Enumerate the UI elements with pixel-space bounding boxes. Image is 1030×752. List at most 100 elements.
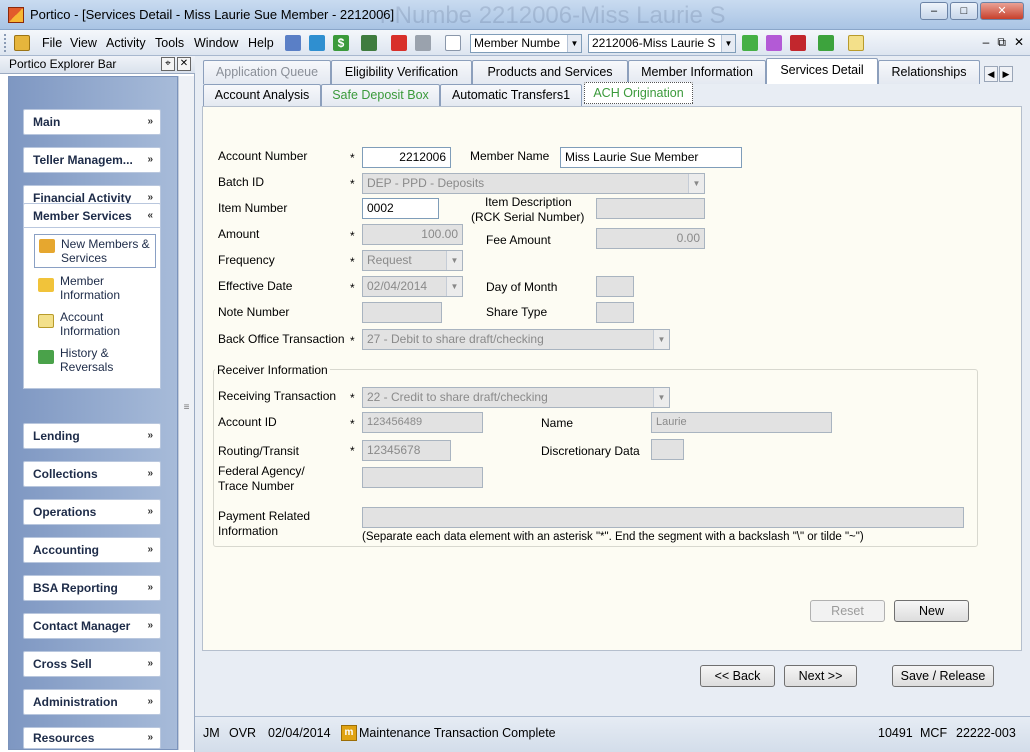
expand-chevron-icon[interactable]: » bbox=[147, 500, 153, 524]
toolbar-grip[interactable] bbox=[4, 34, 7, 52]
tab-ach-origination[interactable]: ACH Origination bbox=[584, 82, 693, 104]
share-type-field[interactable] bbox=[596, 302, 634, 323]
receiver-name-field[interactable]: Laurie bbox=[651, 412, 832, 433]
expand-chevron-icon[interactable]: » bbox=[147, 148, 153, 172]
tab-scroll-right-icon[interactable]: ▶ bbox=[999, 66, 1013, 82]
chevron-down-icon[interactable]: ▼ bbox=[446, 251, 462, 270]
expand-chevron-icon[interactable]: » bbox=[147, 652, 153, 676]
save-release-button[interactable]: Save / Release bbox=[892, 665, 994, 687]
close-explorer-icon[interactable]: ✕ bbox=[177, 57, 191, 71]
tab-member-information[interactable]: Member Information bbox=[628, 60, 766, 84]
group-main[interactable]: Main » bbox=[23, 109, 161, 135]
group-bsa-reporting[interactable]: BSA Reporting » bbox=[23, 575, 161, 601]
minimize-button[interactable]: – bbox=[920, 2, 948, 20]
tab-account-analysis[interactable]: Account Analysis bbox=[203, 84, 321, 106]
printer-icon[interactable] bbox=[415, 35, 431, 51]
nav-new-members-services[interactable]: New Members & Services bbox=[34, 234, 156, 268]
discretionary-data-field[interactable] bbox=[651, 439, 684, 460]
effective-date-picker[interactable]: 02/04/2014 ▼ bbox=[362, 276, 463, 297]
day-of-month-field[interactable] bbox=[596, 276, 634, 297]
chevron-down-icon[interactable]: ▼ bbox=[721, 35, 735, 52]
menu-tools[interactable]: Tools bbox=[155, 36, 184, 50]
envelope-icon[interactable] bbox=[848, 35, 864, 51]
forward-arrow-icon[interactable] bbox=[391, 35, 407, 51]
splitter-grip-icon[interactable]: ≡ bbox=[182, 402, 191, 413]
chevron-down-icon[interactable]: ▼ bbox=[567, 35, 581, 52]
tab-products-services[interactable]: Products and Services bbox=[472, 60, 628, 84]
next-button[interactable]: Next >> bbox=[784, 665, 857, 687]
group-cross-sell[interactable]: Cross Sell » bbox=[23, 651, 161, 677]
menu-window[interactable]: Window bbox=[194, 36, 238, 50]
item-description-field[interactable] bbox=[596, 198, 705, 219]
new-button[interactable]: New bbox=[894, 600, 969, 622]
account-number-field[interactable]: 2212006 bbox=[362, 147, 451, 168]
group-teller-management[interactable]: Teller Managem... » bbox=[23, 147, 161, 173]
group-accounting[interactable]: Accounting » bbox=[23, 537, 161, 563]
chevron-down-icon[interactable]: ▼ bbox=[688, 174, 704, 193]
expand-chevron-icon[interactable]: » bbox=[147, 538, 153, 562]
menu-file[interactable]: File bbox=[42, 36, 62, 50]
payment-related-information-field[interactable] bbox=[362, 507, 964, 528]
receiving-transaction-select[interactable]: 22 - Credit to share draft/checking ▼ bbox=[362, 387, 670, 408]
expand-chevron-icon[interactable]: » bbox=[147, 690, 153, 714]
phone-icon[interactable] bbox=[790, 35, 806, 51]
group-collections[interactable]: Collections » bbox=[23, 461, 161, 487]
books-icon[interactable] bbox=[766, 35, 782, 51]
expand-chevron-icon[interactable]: » bbox=[147, 576, 153, 600]
group-administration[interactable]: Administration » bbox=[23, 689, 161, 715]
calendar-dropdown-icon[interactable]: ▼ bbox=[446, 277, 462, 296]
expand-chevron-icon[interactable]: » bbox=[147, 728, 153, 748]
batch-id-select[interactable]: DEP - PPD - Deposits ▼ bbox=[362, 173, 705, 194]
mdi-close-icon[interactable]: ✕ bbox=[1014, 35, 1024, 50]
item-number-field[interactable]: 0002 bbox=[362, 198, 439, 219]
collapse-chevron-icon[interactable]: « bbox=[147, 204, 153, 228]
menu-view[interactable]: View bbox=[70, 36, 97, 50]
mdi-restore-icon[interactable]: ⧉ bbox=[997, 35, 1006, 50]
chevron-down-icon[interactable]: ▼ bbox=[653, 388, 669, 407]
note-number-field[interactable] bbox=[362, 302, 442, 323]
routing-transit-field[interactable]: 12345678 bbox=[362, 440, 451, 461]
menu-help[interactable]: Help bbox=[248, 36, 274, 50]
group-member-services[interactable]: Member Services « bbox=[23, 203, 161, 229]
fee-amount-field[interactable]: 0.00 bbox=[596, 228, 705, 249]
member-name-field[interactable]: Miss Laurie Sue Member bbox=[560, 147, 742, 168]
tab-services-detail[interactable]: Services Detail bbox=[766, 58, 878, 84]
member-select[interactable]: 2212006-Miss Laurie S ▼ bbox=[588, 34, 736, 53]
frequency-select[interactable]: Request ▼ bbox=[362, 250, 463, 271]
teller-icon[interactable] bbox=[309, 35, 325, 51]
cash-icon[interactable]: $ bbox=[333, 35, 349, 51]
go-arrow-icon[interactable] bbox=[742, 35, 758, 51]
expand-chevron-icon[interactable]: » bbox=[147, 614, 153, 638]
tab-relationships[interactable]: Relationships bbox=[878, 60, 980, 84]
tab-application-queue[interactable]: Application Queue bbox=[203, 60, 331, 84]
cash-drawer-icon[interactable] bbox=[361, 35, 377, 51]
explorer-splitter[interactable]: ≡ bbox=[178, 76, 194, 750]
close-window-button[interactable]: ✕ bbox=[980, 2, 1024, 20]
group-resources[interactable]: Resources » bbox=[23, 727, 161, 749]
federal-agency-trace-field[interactable] bbox=[362, 467, 483, 488]
tab-automatic-transfers[interactable]: Automatic Transfers1 bbox=[440, 84, 582, 106]
nav-member-information[interactable]: Member Information bbox=[34, 274, 156, 304]
app-menu-icon[interactable] bbox=[14, 35, 30, 51]
nav-history-reversals[interactable]: History & Reversals bbox=[34, 346, 156, 376]
tab-scroll-left-icon[interactable]: ◀ bbox=[984, 66, 998, 82]
calculator-icon[interactable] bbox=[285, 35, 301, 51]
pin-icon[interactable]: ⌖ bbox=[161, 57, 175, 71]
back-button[interactable]: << Back bbox=[700, 665, 775, 687]
back-office-transaction-select[interactable]: 27 - Debit to share draft/checking ▼ bbox=[362, 329, 670, 350]
group-lending[interactable]: Lending » bbox=[23, 423, 161, 449]
group-operations[interactable]: Operations » bbox=[23, 499, 161, 525]
search-type-select[interactable]: Member Numbe ▼ bbox=[470, 34, 582, 53]
reset-button[interactable]: Reset bbox=[810, 600, 885, 622]
group-contact-manager[interactable]: Contact Manager » bbox=[23, 613, 161, 639]
account-id-field[interactable]: 123456489 bbox=[362, 412, 483, 433]
chevron-down-icon[interactable]: ▼ bbox=[653, 330, 669, 349]
maximize-button[interactable]: □ bbox=[950, 2, 978, 20]
document-icon[interactable] bbox=[445, 35, 461, 51]
mdi-minimize-icon[interactable]: – bbox=[983, 35, 990, 50]
nav-account-information[interactable]: Account Information bbox=[34, 310, 156, 340]
menu-activity[interactable]: Activity bbox=[106, 36, 146, 50]
expand-chevron-icon[interactable]: » bbox=[147, 462, 153, 486]
tab-eligibility-verification[interactable]: Eligibility Verification bbox=[331, 60, 472, 84]
battery-icon[interactable] bbox=[818, 35, 834, 51]
